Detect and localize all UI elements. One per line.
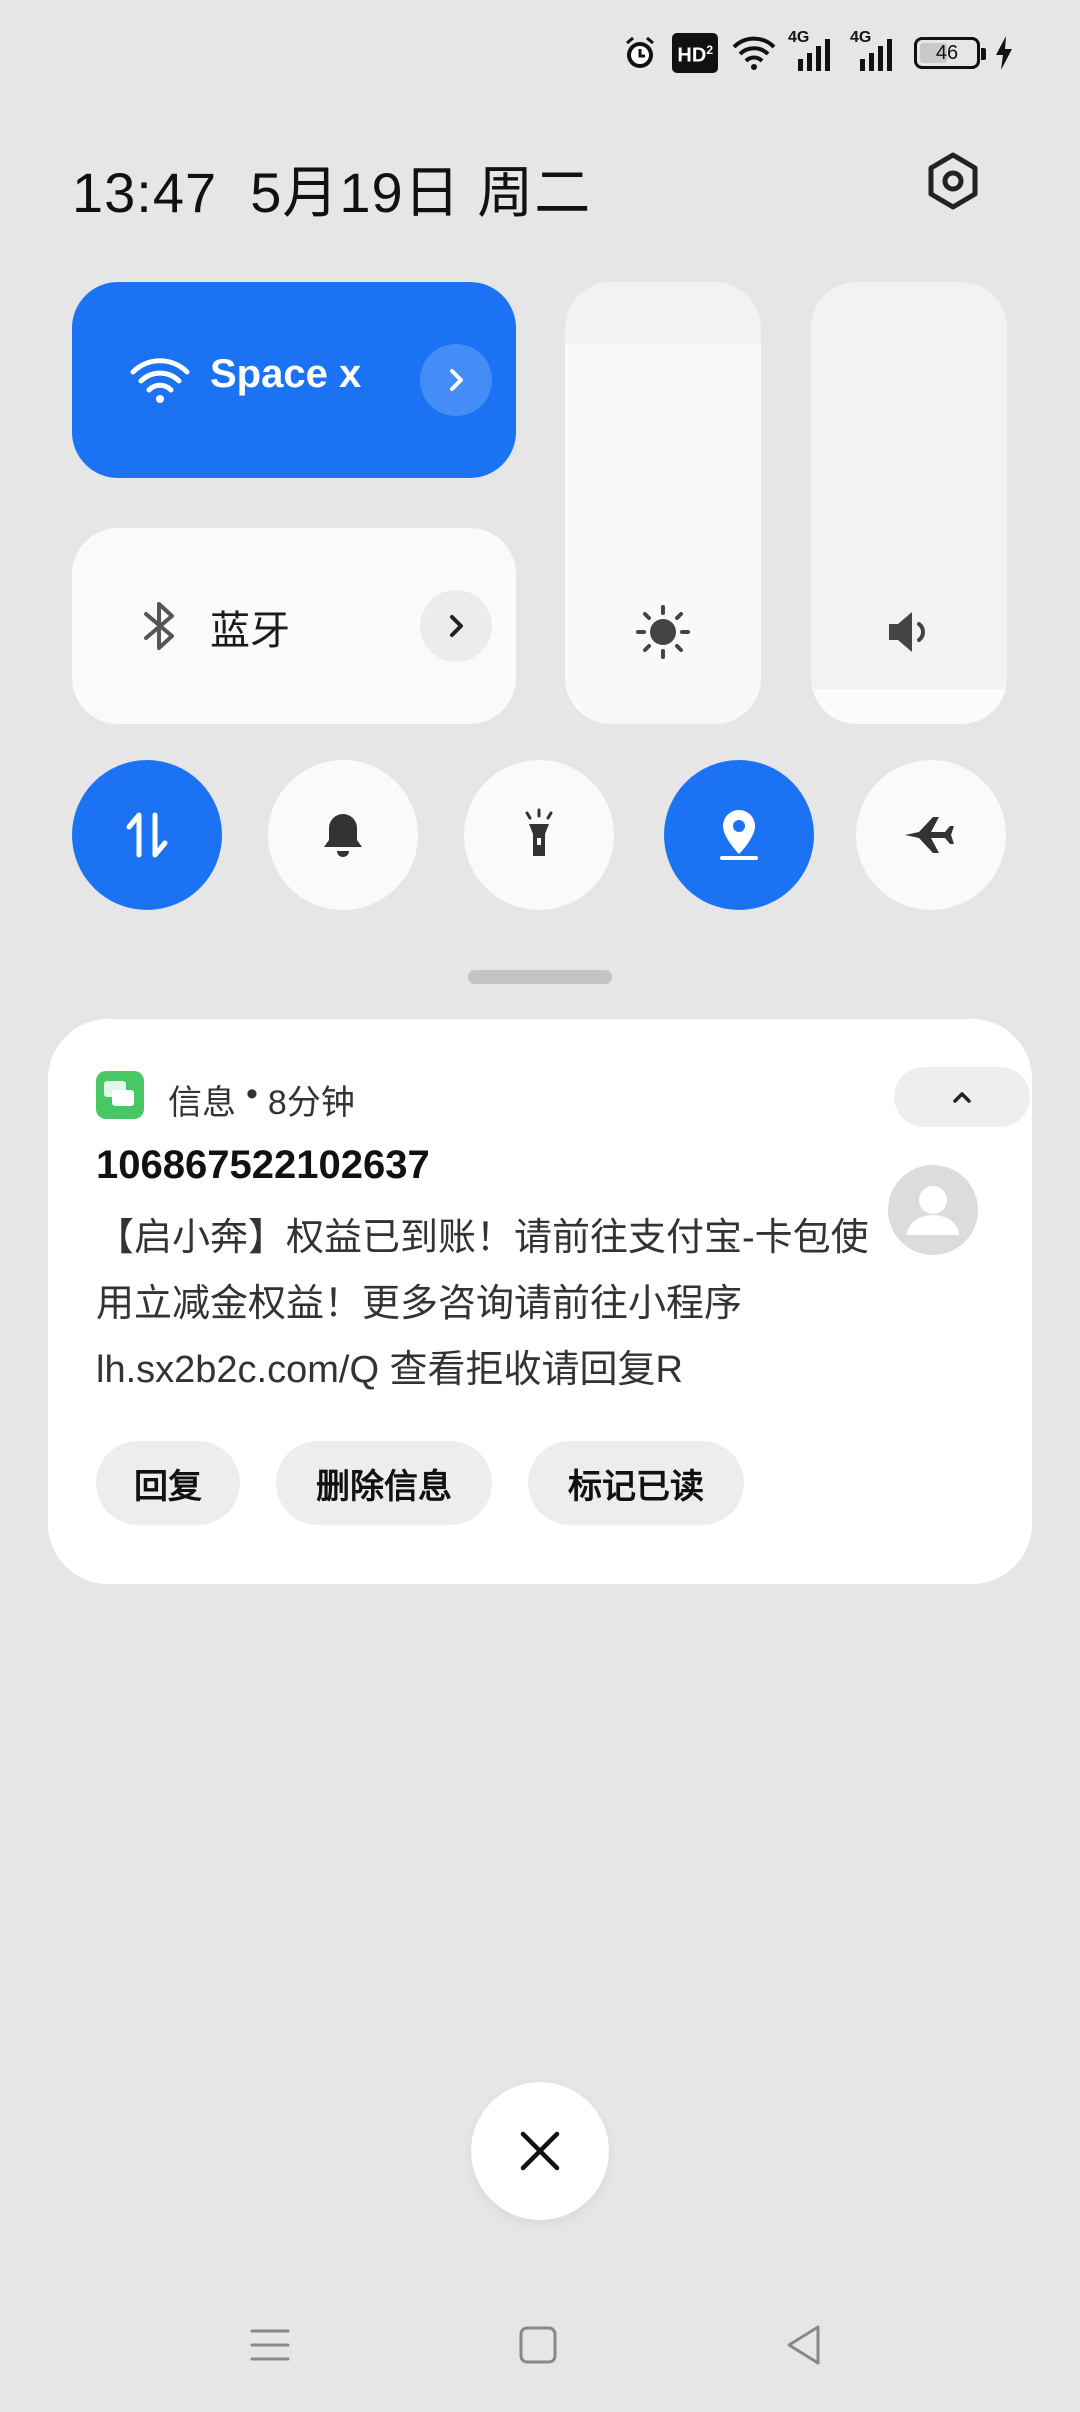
flashlight-toggle[interactable] [464, 760, 614, 910]
notification-app-name: 信息 [168, 1084, 236, 1122]
airplane-icon [905, 817, 954, 853]
weekday-text: 周二 [477, 161, 592, 224]
bluetooth-label: 蓝牙 [210, 609, 290, 653]
volume-slider[interactable] [811, 282, 1007, 724]
mobile-data-toggle[interactable] [72, 760, 222, 910]
brightness-slider[interactable] [565, 282, 761, 724]
home-square-icon [519, 2326, 557, 2364]
date-time: 13:47 5月19日 周二 [72, 148, 591, 229]
flashlight-icon [525, 808, 553, 856]
data-transfer-icon [126, 812, 168, 858]
person-icon [907, 1186, 959, 1235]
status-bar: HD2 4G 4G 46 [622, 29, 1014, 76]
settings-icon [928, 152, 978, 210]
notification-body: 【启小奔】权益已到账！请前往支付宝-卡包使用立减金权益！更多咨询请前往小程序lh… [96, 1217, 869, 1391]
delete-message-button[interactable]: 删除信息 [276, 1441, 492, 1525]
clear-notifications-button[interactable] [471, 2082, 609, 2220]
wifi-icon [120, 340, 200, 420]
wifi-icon [732, 33, 776, 73]
nav-home-button[interactable] [498, 2310, 578, 2380]
volume-level [811, 688, 1007, 724]
settings-button[interactable] [920, 148, 986, 214]
bluetooth-tile[interactable]: 蓝牙 [72, 528, 516, 724]
ring-mode-toggle[interactable] [268, 760, 418, 910]
bell-icon [324, 814, 362, 857]
chevron-up-icon [953, 1092, 971, 1103]
reply-button[interactable]: 回复 [96, 1441, 240, 1525]
nav-menu-button[interactable] [230, 2310, 310, 2380]
back-triangle-icon [787, 2325, 820, 2365]
volume-icon [869, 592, 949, 672]
charging-icon [994, 33, 1014, 73]
date-text: 5月19日 [250, 161, 461, 224]
battery-icon: 46 [914, 33, 986, 73]
signal-4g-icon: 4G [788, 29, 838, 73]
notification-time: 8分钟 [267, 1084, 355, 1122]
bluetooth-details-button[interactable] [420, 590, 492, 662]
hd-voice-icon: HD2 [672, 33, 718, 73]
notification-header: 信息 • 8分钟 [168, 1075, 355, 1124]
airplane-mode-toggle[interactable] [856, 760, 1006, 910]
clock-time: 13:47 [72, 161, 218, 224]
panel-drag-handle[interactable] [468, 970, 612, 984]
wifi-network-name: Space x [210, 352, 362, 396]
notification-separator: • [246, 1075, 258, 1113]
menu-icon [250, 2329, 290, 2361]
bluetooth-icon [120, 586, 200, 666]
location-toggle[interactable] [664, 760, 814, 910]
mark-read-button[interactable]: 标记已读 [528, 1441, 744, 1525]
wifi-details-button[interactable] [420, 344, 492, 416]
message-notification[interactable]: 信息 • 8分钟 106867522102637 【启小奔】权益已到账！请前往支… [48, 1019, 1032, 1584]
close-icon [520, 2131, 560, 2171]
notification-sender: 106867522102637 [96, 1143, 430, 1187]
chevron-right-icon [450, 369, 463, 391]
collapse-button[interactable] [894, 1067, 1030, 1127]
wifi-tile[interactable]: Space x [72, 282, 516, 478]
brightness-icon [623, 592, 703, 672]
chevron-right-icon [450, 615, 463, 637]
alarm-icon [622, 33, 658, 73]
signal-4g-icon: 4G [850, 29, 900, 73]
location-icon [720, 810, 758, 860]
contact-avatar [888, 1165, 978, 1255]
messages-app-icon [96, 1071, 144, 1119]
nav-back-button[interactable] [764, 2310, 844, 2380]
